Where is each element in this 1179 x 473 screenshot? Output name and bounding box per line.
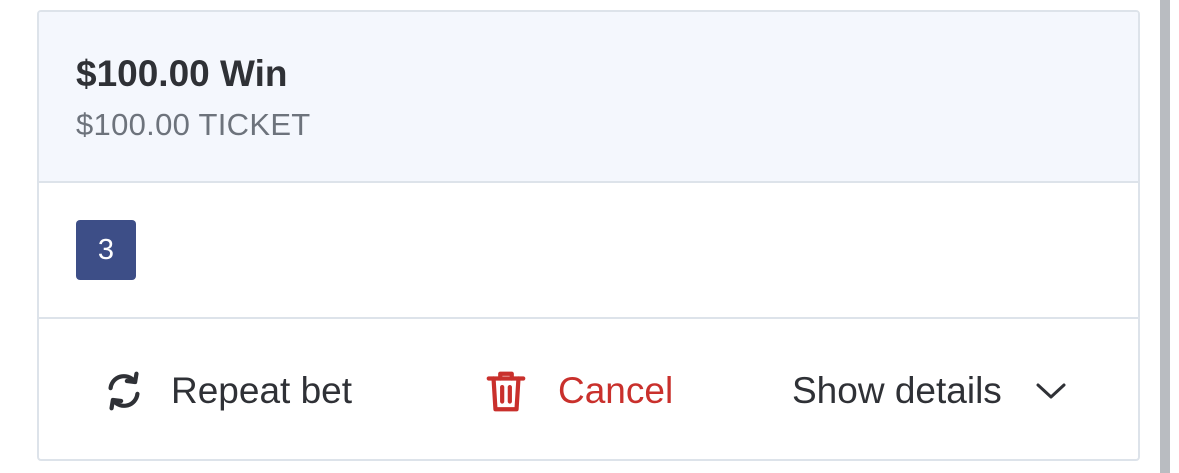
show-details-label: Show details: [792, 370, 1002, 411]
repeat-bet-label: Repeat bet: [171, 370, 353, 411]
selection-number-badge: 3: [76, 220, 136, 280]
selection-row: 3: [39, 183, 1138, 319]
ticket-amount: $100.00 TICKET: [76, 107, 311, 142]
cancel-label: Cancel: [558, 370, 674, 411]
show-details-button[interactable]: Show details: [792, 319, 1068, 459]
repeat-arrows-icon: [101, 368, 147, 414]
trash-icon: [484, 368, 528, 414]
chevron-down-icon: [1034, 380, 1068, 402]
bet-card-header: $100.00 Win $100.00 TICKET: [39, 12, 1138, 183]
bet-actions: Repeat bet Cancel Show details: [39, 319, 1138, 459]
bet-card: $100.00 Win $100.00 TICKET 3 Repeat bet: [37, 10, 1140, 461]
bet-title: $100.00 Win: [76, 53, 288, 94]
cancel-bet-button[interactable]: Cancel: [484, 319, 674, 459]
scrollbar[interactable]: [1160, 0, 1170, 473]
page: $100.00 Win $100.00 TICKET 3 Repeat bet: [0, 0, 1179, 473]
repeat-bet-button[interactable]: Repeat bet: [101, 319, 353, 459]
